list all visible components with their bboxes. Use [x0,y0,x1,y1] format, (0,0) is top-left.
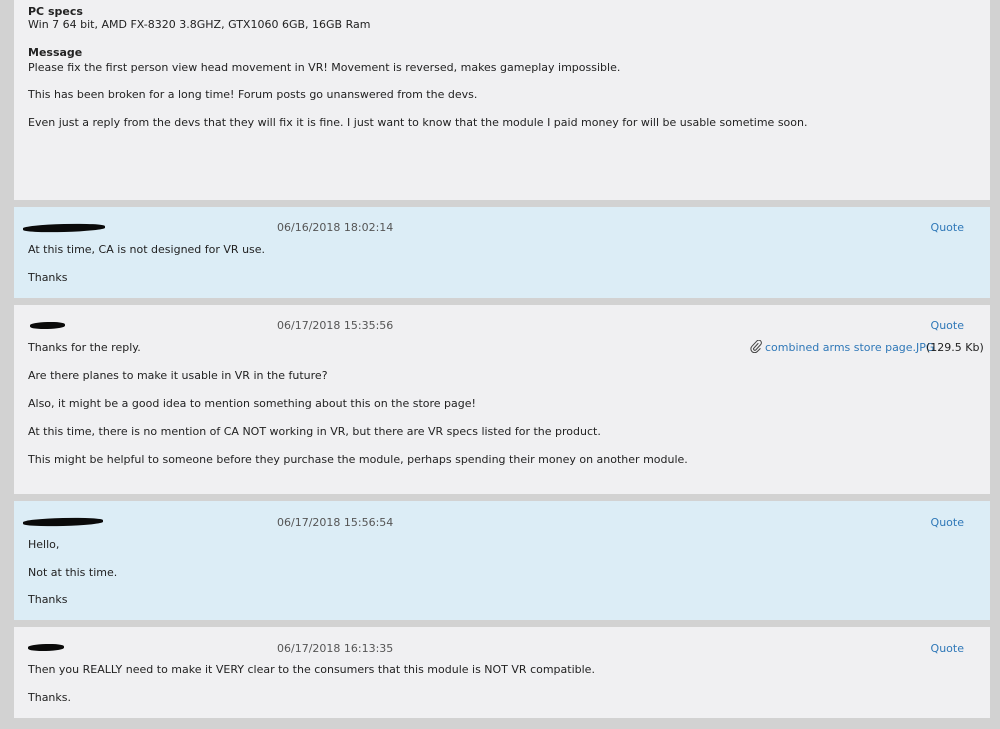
post-line: Thanks for the reply. [28,341,141,354]
post-line: Hello, [28,538,60,551]
paperclip-icon [750,340,762,353]
quote-button[interactable]: Quote [931,516,964,530]
quote-button[interactable]: Quote [931,642,964,656]
redacted-username [27,643,65,652]
attachment-link[interactable]: combined arms store page.JPG [765,341,934,355]
reply-post: 06/17/2018 16:13:35 Quote Then you REALL… [14,627,990,718]
reply-post: 06/17/2018 15:35:56 Quote combined arms … [14,305,990,494]
redacted-username [22,516,104,528]
post-timestamp: 06/17/2018 15:56:54 [277,516,394,529]
redacted-username [22,222,106,234]
post-line: This might be helpful to someone before … [28,453,688,466]
message-line: Please fix the first person view head mo… [28,61,621,74]
post-line: Are there planes to make it usable in VR… [28,369,328,382]
post-line: Not at this time. [28,566,118,579]
attachment-size: (129.5 Kb) [926,341,984,354]
post-line: Thanks [28,271,68,284]
reply-post: 06/16/2018 18:02:14 Quote At this time, … [14,207,990,298]
pc-specs-value: Win 7 64 bit, AMD FX-8320 3.8GHZ, GTX106… [28,18,371,31]
post-timestamp: 06/17/2018 15:35:56 [277,319,394,332]
post-line: Thanks. [28,691,72,704]
quote-button[interactable]: Quote [931,221,964,235]
message-line: This has been broken for a long time! Fo… [28,88,478,101]
post-timestamp: 06/17/2018 16:13:35 [277,642,394,655]
message-line: Even just a reply from the devs that the… [28,116,808,129]
post-line: Then you REALLY need to make it VERY cle… [28,663,595,676]
reply-post: 06/17/2018 15:56:54 Quote Hello, Not at … [14,501,990,620]
pc-specs-label: PC specs [28,5,83,18]
post-line: Thanks [28,593,68,606]
post-line: At this time, CA is not designed for VR … [28,243,266,256]
message-label: Message [28,46,83,59]
post-line: At this time, there is no mention of CA … [28,425,601,438]
quote-button[interactable]: Quote [931,319,964,333]
post-line: Also, it might be a good idea to mention… [28,397,476,410]
original-post: PC specs Win 7 64 bit, AMD FX-8320 3.8GH… [14,0,990,200]
post-timestamp: 06/16/2018 18:02:14 [277,221,394,234]
redacted-username [29,321,66,330]
